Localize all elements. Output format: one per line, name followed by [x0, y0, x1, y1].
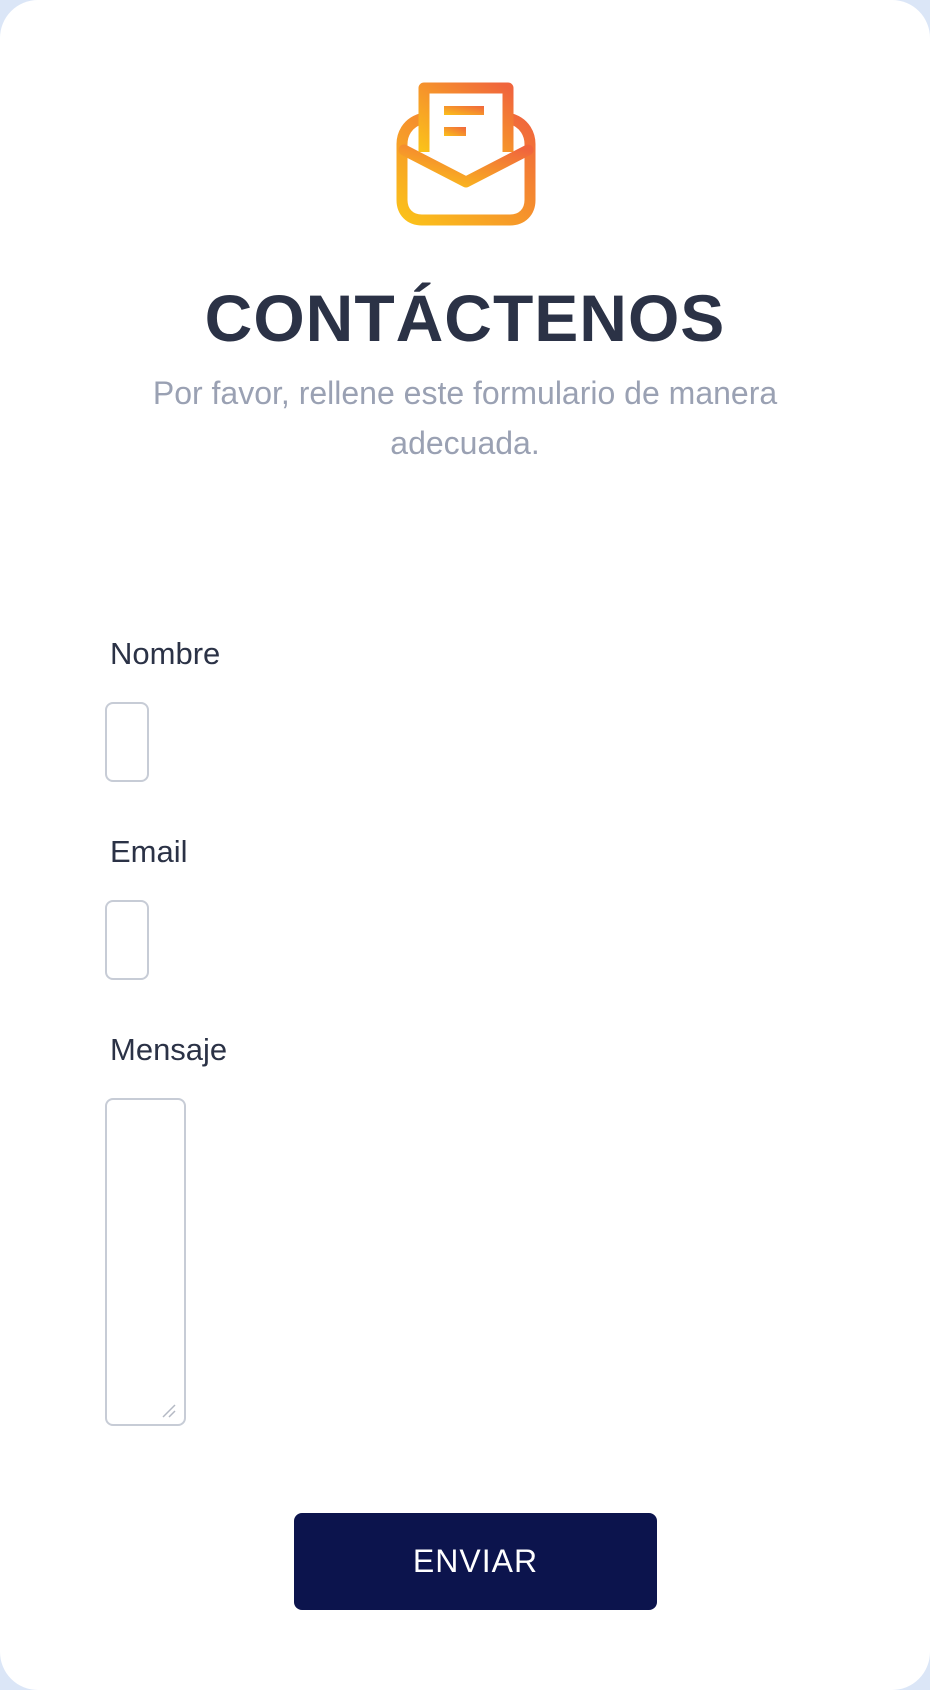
open-envelope-letter-icon: [396, 82, 536, 226]
message-label: Mensaje: [110, 1032, 228, 1067]
message-field[interactable]: [105, 1098, 186, 1426]
email-field[interactable]: [105, 900, 149, 980]
page-subtitle: Por favor, rellene este formulario de ma…: [152, 375, 778, 461]
name-field[interactable]: [105, 702, 149, 782]
resize-handle-icon[interactable]: [160, 1402, 176, 1418]
email-label: Email: [110, 834, 188, 869]
name-label: Nombre: [110, 636, 221, 671]
contact-card: CONTÁCTENOS Por favor, rellene este form…: [0, 0, 930, 1690]
page-title: CONTÁCTENOS: [204, 281, 726, 355]
submit-button[interactable]: ENVIAR: [294, 1513, 657, 1610]
